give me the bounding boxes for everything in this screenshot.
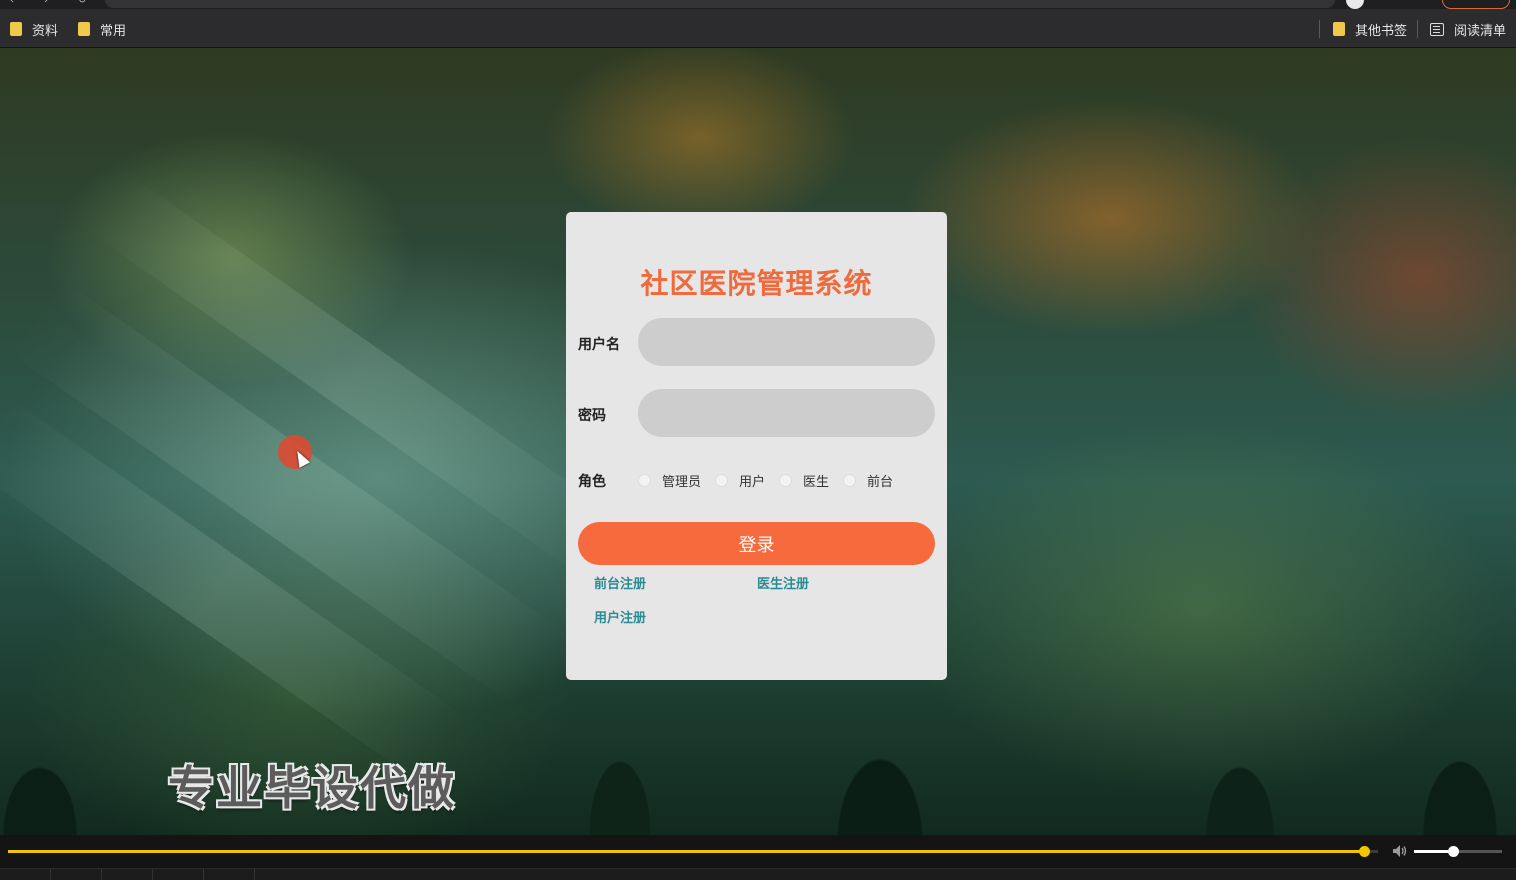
role-option-label: 医生	[803, 474, 830, 490]
taskbar-divider	[50, 869, 51, 880]
username-input[interactable]	[638, 318, 935, 366]
user-register-link[interactable]: 用户注册	[594, 607, 646, 626]
folder-icon	[10, 22, 22, 36]
radio-button[interactable]	[638, 473, 651, 487]
doctor-register-link[interactable]: 医生注册	[757, 573, 809, 592]
page-title: 社区医院管理系统	[640, 267, 873, 300]
volume-slider[interactable]	[1414, 846, 1502, 857]
role-option-label: 管理员	[662, 474, 702, 490]
taskbar-divider	[203, 869, 204, 880]
bookmark-label: 阅读清单	[1454, 23, 1507, 39]
update-button[interactable]	[1442, 0, 1510, 9]
radio-button[interactable]	[843, 473, 857, 487]
role-option-reception[interactable]: 前台	[843, 471, 893, 490]
bookmark-folder-other[interactable]: 其他书签	[1333, 19, 1407, 39]
browser-toolbar: ‹ › ↻	[0, 0, 1516, 9]
role-label: 角色	[578, 474, 606, 490]
folder-icon	[78, 22, 90, 36]
seek-handle[interactable]	[1359, 846, 1371, 857]
forward-icon[interactable]: ›	[44, 0, 54, 6]
watermark-caption: 专业毕设代做	[168, 761, 456, 815]
address-bar[interactable]	[105, 0, 1335, 8]
radio-button[interactable]	[715, 473, 729, 487]
bookmark-folder-common[interactable]: 常用	[78, 19, 126, 39]
password-label: 密码	[578, 408, 606, 424]
seek-progress	[8, 850, 1365, 853]
role-option-label: 前台	[867, 474, 894, 490]
username-label: 用户名	[578, 337, 620, 353]
profile-avatar[interactable]	[1346, 0, 1364, 9]
volume-icon[interactable]	[1392, 844, 1408, 858]
reload-icon[interactable]: ↻	[78, 0, 88, 6]
bookmarks-divider	[1319, 20, 1320, 38]
front-desk-register-link[interactable]: 前台注册	[594, 573, 646, 592]
radio-button[interactable]	[779, 473, 793, 487]
bookmarks-bar: 资料 常用 其他书签 阅读清单	[0, 9, 1516, 48]
bookmark-label: 资料	[32, 23, 59, 39]
taskbar-divider	[152, 869, 153, 880]
bookmarks-divider	[1417, 20, 1418, 38]
taskbar	[0, 868, 1516, 880]
taskbar-divider	[101, 869, 102, 880]
volume-handle[interactable]	[1447, 846, 1459, 857]
seek-bar[interactable]	[8, 846, 1378, 857]
password-input[interactable]	[638, 389, 935, 437]
folder-icon	[1333, 22, 1345, 36]
login-button[interactable]: 登录	[578, 522, 935, 565]
taskbar-divider	[254, 869, 255, 880]
back-icon[interactable]: ‹	[10, 0, 20, 6]
video-player-controls	[0, 835, 1516, 880]
role-option-doctor[interactable]: 医生	[779, 471, 829, 490]
volume-level	[1414, 850, 1453, 853]
bookmark-folder-resources[interactable]: 资料	[10, 19, 58, 39]
role-option-admin[interactable]: 管理员	[638, 471, 701, 490]
role-radio-group: 管理员 用户 医生 前台	[638, 470, 907, 490]
role-option-label: 用户	[739, 474, 766, 490]
reading-list-button[interactable]: 阅读清单	[1430, 19, 1506, 39]
role-option-user[interactable]: 用户	[715, 471, 765, 490]
bookmark-label: 常用	[100, 23, 127, 39]
reading-list-icon	[1430, 22, 1444, 36]
login-panel: 社区医院管理系统 用户名 密码 角色 管理员 用户 医生 前台 登录 前台注册 …	[566, 212, 947, 680]
bookmark-label: 其他书签	[1355, 23, 1408, 39]
